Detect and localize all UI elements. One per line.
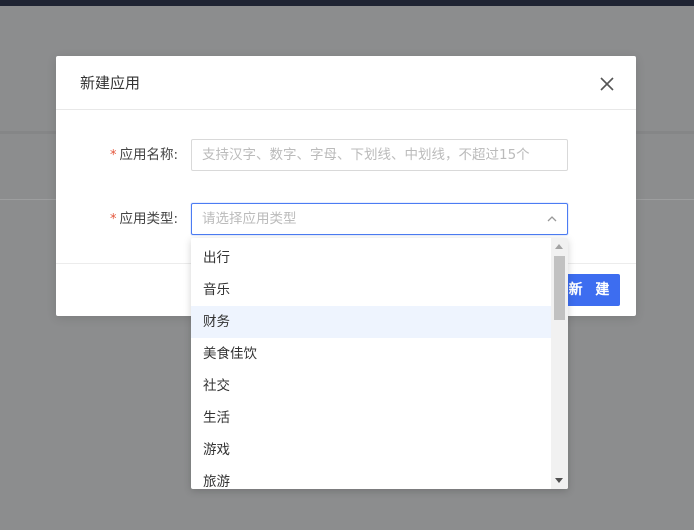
scrollbar-thumb[interactable] xyxy=(554,256,565,320)
app-name-input[interactable]: 支持汉字、数字、字母、下划线、中划线，不超过15个 xyxy=(191,139,568,171)
app-name-label-text: 应用名称: xyxy=(119,147,179,163)
option-item[interactable]: 出行 xyxy=(191,242,551,274)
app-type-label-text: 应用类型: xyxy=(119,211,179,227)
option-item[interactable]: 旅游 xyxy=(191,466,551,489)
option-item[interactable]: 财务 xyxy=(191,306,551,338)
option-item[interactable]: 音乐 xyxy=(191,274,551,306)
required-marker: * xyxy=(110,212,117,227)
close-button[interactable] xyxy=(596,73,618,95)
required-marker: * xyxy=(110,148,117,163)
dropdown-scrollbar[interactable] xyxy=(551,238,568,489)
scroll-up-arrow-icon[interactable] xyxy=(555,244,563,249)
app-type-options: 出行 音乐 财务 美食佳饮 社交 生活 游戏 旅游 xyxy=(191,242,551,489)
option-item[interactable]: 社交 xyxy=(191,370,551,402)
app-type-select[interactable]: 请选择应用类型 xyxy=(191,203,568,235)
dialog-header: 新建应用 xyxy=(56,56,636,110)
dialog-title: 新建应用 xyxy=(80,74,141,92)
option-item[interactable]: 美食佳饮 xyxy=(191,338,551,370)
chevron-up-icon xyxy=(547,216,557,222)
app-name-placeholder: 支持汉字、数字、字母、下划线、中划线，不超过15个 xyxy=(202,147,530,163)
app-name-label: * 应用名称: xyxy=(110,145,178,166)
option-item[interactable]: 生活 xyxy=(191,402,551,434)
scroll-down-arrow-icon[interactable] xyxy=(555,478,563,483)
app-top-bar xyxy=(0,0,694,6)
option-item[interactable]: 游戏 xyxy=(191,434,551,466)
app-type-dropdown: 出行 音乐 财务 美食佳饮 社交 生活 游戏 旅游 xyxy=(191,238,568,489)
close-icon xyxy=(600,77,614,91)
app-type-placeholder: 请选择应用类型 xyxy=(202,211,297,227)
app-type-label: * 应用类型: xyxy=(110,209,178,230)
